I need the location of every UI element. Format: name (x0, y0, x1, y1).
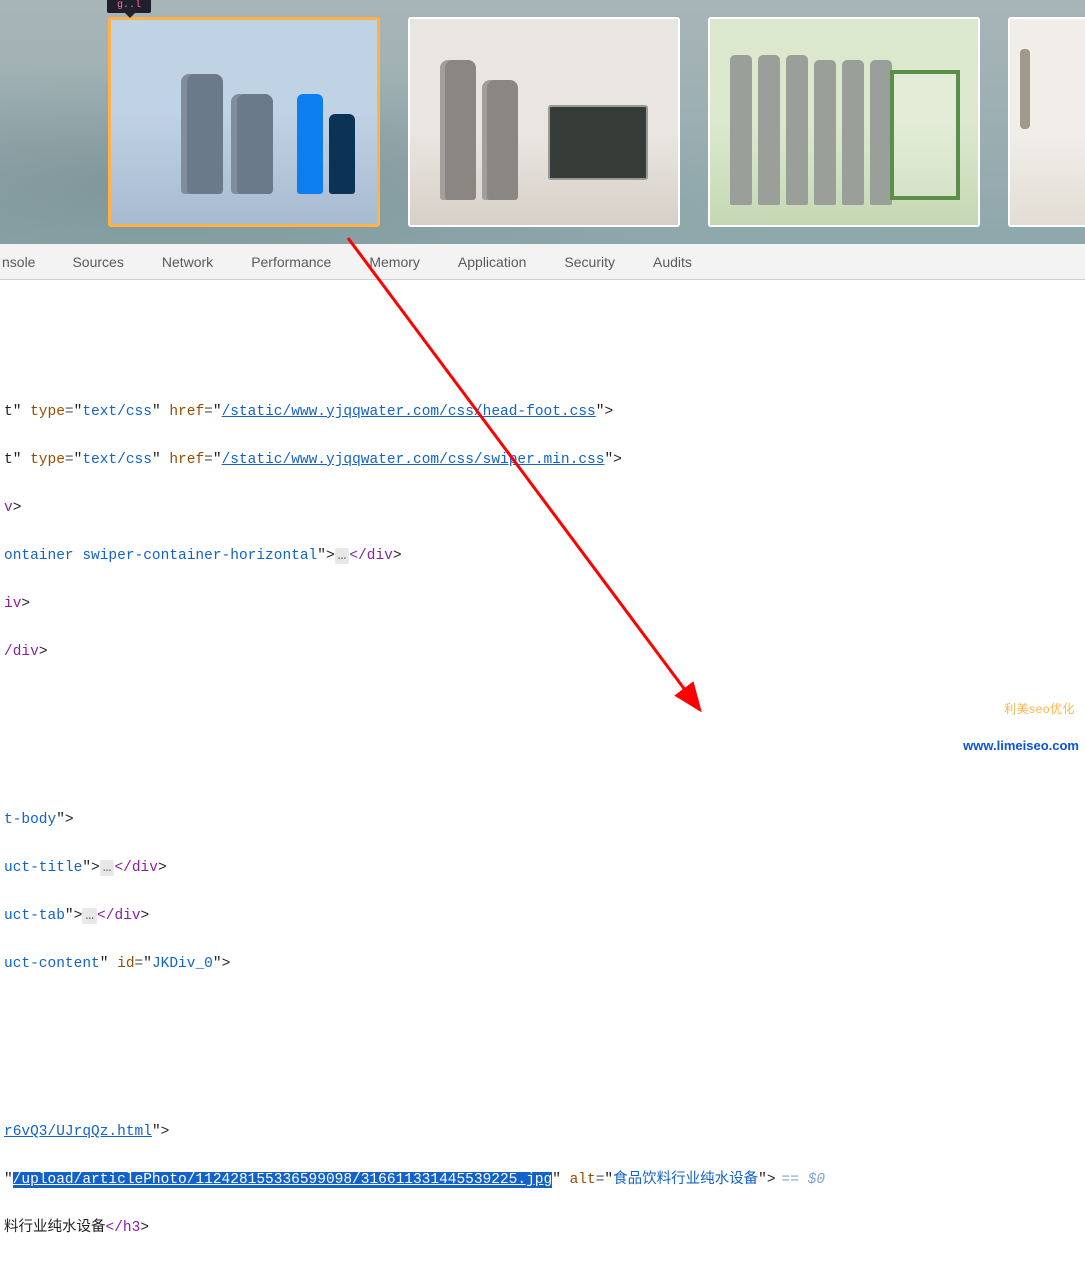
watermark-brand: 利美seo优化 (1000, 698, 1079, 719)
code-line-anchor[interactable]: r6vQ3/UJrqQz.html"> (0, 1120, 1085, 1144)
code-line-link2[interactable]: t" type="text/css" href="/static/www.yjq… (0, 448, 1085, 472)
tab-memory[interactable]: Memory (350, 244, 439, 279)
code-line-link1[interactable]: t" type="text/css" href="/static/www.yjq… (0, 400, 1085, 424)
tab-security[interactable]: Security (545, 244, 634, 279)
carousel-thumb-2[interactable] (408, 17, 680, 227)
carousel-thumb-1[interactable] (108, 17, 380, 227)
tab-console-partial[interactable]: nsole (0, 244, 53, 279)
elements-source-panel[interactable]: t" type="text/css" href="/static/www.yjq… (0, 280, 1085, 1264)
tab-performance[interactable]: Performance (232, 244, 350, 279)
inspector-badge: g..l (107, 0, 151, 13)
code-line-tab[interactable]: uct-tab">…</div> (0, 904, 1085, 928)
code-line-img-selected[interactable]: "/upload/articlePhoto/112428155336599098… (0, 1168, 1085, 1192)
thumbnail-carousel: g..l (0, 0, 1085, 244)
devtools-tabbar: nsole Sources Network Performance Memory… (0, 244, 1085, 280)
carousel-thumb-4[interactable] (1008, 17, 1085, 227)
code-line-swiper[interactable]: ontainer swiper-container-horizontal">…<… (0, 544, 1085, 568)
code-line-content[interactable]: uct-content" id="JKDiv_0"> (0, 952, 1085, 976)
carousel-thumb-3[interactable] (708, 17, 980, 227)
tab-sources[interactable]: Sources (53, 244, 142, 279)
tab-network[interactable]: Network (143, 244, 232, 279)
tab-application[interactable]: Application (439, 244, 546, 279)
code-line-h3[interactable]: 料行业纯水设备</h3> (0, 1216, 1085, 1240)
tab-audits[interactable]: Audits (634, 244, 711, 279)
code-line-divclose-iv[interactable]: iv> (0, 592, 1085, 616)
code-line-divclose-full[interactable]: /div> (0, 640, 1085, 664)
code-line-title[interactable]: uct-title">…</div> (0, 856, 1085, 880)
code-line-divclose-v[interactable]: v> (0, 496, 1085, 520)
watermark-url: www.limeiseo.com (963, 738, 1079, 753)
code-line-body[interactable]: t-body"> (0, 808, 1085, 832)
